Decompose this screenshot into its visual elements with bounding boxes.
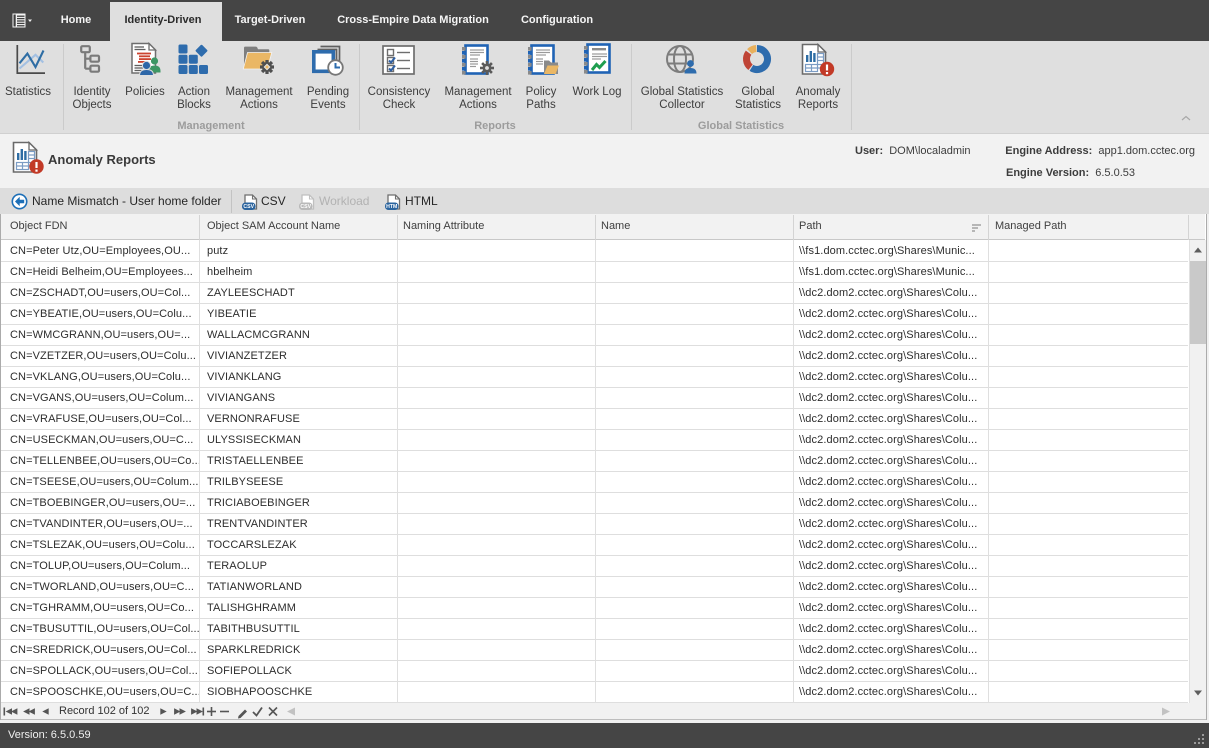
svg-text:CSV: CSV: [243, 204, 254, 210]
svg-text:HTM: HTM: [386, 204, 397, 210]
svg-text:CSV: CSV: [300, 204, 311, 210]
